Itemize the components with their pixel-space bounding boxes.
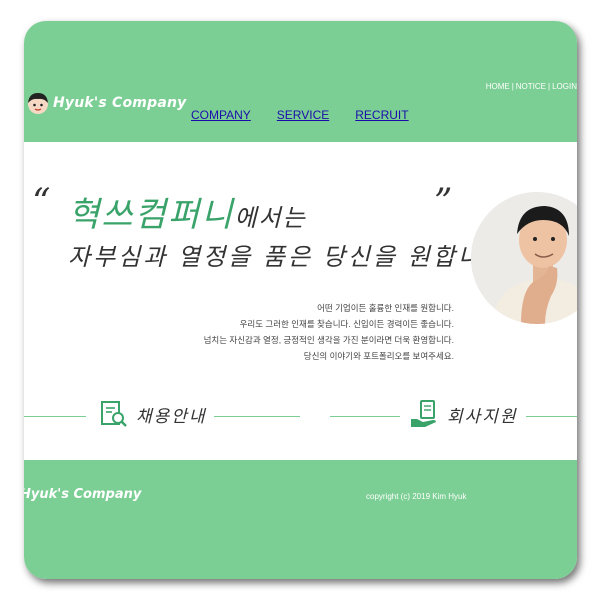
- description-line: 어떤 기업이든 훌륭한 인재를 원합니다.: [317, 303, 454, 313]
- headline-suffix: 에서는: [234, 205, 307, 232]
- nav-recruit[interactable]: RECRUIT: [355, 108, 408, 122]
- divider-line: [24, 416, 86, 417]
- apply-label: 회사지원: [447, 406, 518, 426]
- logo[interactable]: Hyuk's Company: [26, 91, 186, 115]
- divider-line: [214, 416, 300, 417]
- apply-link[interactable]: 회사지원: [409, 399, 518, 429]
- description: 어떤 기업이든 훌륭한 인재를 원합니다. 우리도 그러한 인재를 찾습니다. …: [204, 300, 454, 364]
- home-link[interactable]: HOME: [486, 82, 510, 91]
- document-search-icon: [101, 401, 127, 427]
- recruit-info-label: 채용안내: [136, 406, 207, 426]
- page-frame: Hyuk's Company HOME | NOTICE | LOGIN COMPANY…: [24, 21, 577, 579]
- links-row: 채용안내 회사지원: [24, 395, 577, 435]
- divider-line: [526, 416, 577, 417]
- nav-service[interactable]: SERVICE: [277, 108, 329, 122]
- footer-logo: Hyuk's Company: [24, 487, 142, 502]
- notice-link[interactable]: NOTICE: [516, 82, 546, 91]
- hand-card-icon: [411, 400, 436, 427]
- headline-line1: 혁쓰컴퍼니에서는: [68, 187, 307, 236]
- header: Hyuk's Company HOME | NOTICE | LOGIN COMPANY…: [24, 21, 577, 142]
- logo-text: Hyuk's Company: [53, 95, 187, 111]
- hero-section: “ 혁쓰컴퍼니에서는 ” 자부심과 열정을 품은 당신을 원합니다. 어떤 기업…: [24, 142, 577, 460]
- close-quote: ”: [434, 182, 453, 223]
- person-photo: [471, 192, 577, 324]
- description-line: 넘치는 자신감과 열정, 긍정적인 생각을 가진 분이라면 더욱 환영합니다.: [203, 335, 454, 345]
- headline-company: 혁쓰컴퍼니: [68, 196, 235, 234]
- open-quote: “: [32, 182, 51, 223]
- divider-line: [330, 416, 400, 417]
- description-line: 당신의 이야기와 포트폴리오를 보여주세요.: [303, 351, 454, 361]
- recruit-info-link[interactable]: 채용안내: [98, 399, 207, 429]
- headline-line2: 자부심과 열정을 품은 당신을 원합니다.: [68, 244, 518, 271]
- footer: Hyuk's Company copyright (c) 2019 Kim Hy…: [24, 460, 577, 579]
- nav-company[interactable]: COMPANY: [191, 108, 251, 122]
- description-line: 우리도 그러한 인재를 찾습니다. 신입이든 경력이든 좋습니다.: [239, 319, 454, 329]
- login-link[interactable]: LOGIN: [552, 82, 577, 91]
- main-nav: COMPANY SERVICE RECRUIT: [191, 108, 409, 122]
- copyright-text: copyright (c) 2019 Kim Hyuk: [366, 492, 467, 501]
- top-links: HOME | NOTICE | LOGIN: [485, 82, 577, 91]
- avatar-icon: [26, 91, 50, 115]
